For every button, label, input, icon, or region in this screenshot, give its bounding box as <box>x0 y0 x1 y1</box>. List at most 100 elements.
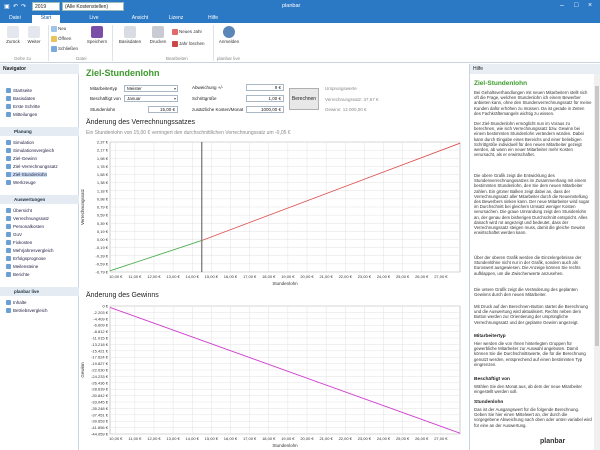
help-paragraph: Das ist der Ausgangswert für die folgend… <box>474 407 592 428</box>
x-tick-label: 23,00 € <box>358 274 372 279</box>
help-paragraph: Die obere Grafik zeigt die Entwicklung d… <box>474 173 590 236</box>
x-tick-label: 17,00 € <box>243 274 257 279</box>
abweichung-label: Abweichung +/- <box>192 85 224 90</box>
nav-item-startseite[interactable]: Startseite <box>6 88 32 94</box>
nav-item-inhalte[interactable]: Inhalte <box>6 300 27 306</box>
year-select[interactable]: 2019 <box>32 2 60 11</box>
nav-item-basisdaten[interactable]: Basisdaten <box>6 96 35 102</box>
nav-section-header[interactable]: planbar live <box>0 287 79 296</box>
cost-center-select[interactable]: (Alle Kostenstellen) <box>62 2 124 11</box>
x-tick-label: 18,00 € <box>262 274 276 279</box>
minimize-icon[interactable]: – <box>560 2 564 9</box>
x-tick-label: 26,00 € <box>415 274 429 279</box>
nav-item-simulationsvergleich[interactable]: Simulationsvergleich <box>6 148 54 154</box>
mitarbeitertyp-label: Mitarbeitertyp <box>90 86 118 91</box>
y-tick-label: 2,17 € <box>97 148 109 153</box>
x-tick-label: 13,00 € <box>166 274 180 279</box>
nav-item-label: Erste Schritte <box>13 104 41 109</box>
nav-section-header[interactable]: Auswertungen <box>0 195 79 204</box>
calculate-button[interactable]: Berechnen <box>289 88 319 110</box>
x-tick-label: 25,00 € <box>396 436 410 441</box>
nav-item-icon <box>6 248 11 254</box>
zusatzkosten-input[interactable]: 1000,00 € <box>246 106 284 113</box>
forward-button[interactable]: Weiter <box>24 26 44 44</box>
y-tick-label: 1,78 € <box>97 164 109 169</box>
save-button[interactable]: Speichern <box>84 26 110 44</box>
ribbon: Zurück Weiter Gehe zu Neu Öffnen Schließ… <box>0 23 600 63</box>
nav-item-ziel-gewinn[interactable]: Ziel-Gewinn <box>6 156 37 162</box>
x-tick-label: 13,00 € <box>166 436 180 441</box>
abweichung-input[interactable]: 9 € <box>246 84 284 91</box>
redo-icon[interactable]: ↷ <box>21 3 26 10</box>
login-button[interactable]: Anmelden <box>216 26 242 44</box>
y-tick-label: -28.639 € <box>91 387 109 392</box>
delete-year-button[interactable]: Jahr löschen <box>172 41 205 47</box>
undo-icon[interactable]: ↶ <box>13 3 18 10</box>
y-tick-label: 0 € <box>102 304 108 309</box>
nav-item-icon <box>6 140 11 146</box>
tab-hilfe[interactable]: Hilfe <box>202 15 224 23</box>
tab-ansicht[interactable]: Ansicht <box>126 15 154 23</box>
tab-datei[interactable]: Datei <box>4 15 26 23</box>
ribbon-separator <box>48 25 49 61</box>
scrollbar-thumb[interactable] <box>595 86 599 346</box>
nav-item-mitteilungen[interactable]: Mitteilungen <box>6 112 37 118</box>
main-panel: Ziel-Stundenlohn Mitarbeitertyp Meister ▾… <box>80 64 468 450</box>
print-button[interactable]: Drucken <box>146 26 170 44</box>
new-file-icon <box>51 26 57 32</box>
nav-item-guv[interactable]: GuV <box>6 232 22 238</box>
y-tick-label: -26.436 € <box>91 380 109 385</box>
y-tick-label: -0,79 € <box>96 270 109 275</box>
beschaeftigt-select[interactable]: Januar ▾ <box>124 95 178 102</box>
nav-item-erste-schritte[interactable]: Erste Schritte <box>6 104 41 110</box>
x-tick-label: 16,00 € <box>224 436 238 441</box>
nav-item-label: Ziel-Stundenlohn <box>13 172 48 177</box>
nav-item-icon <box>6 232 11 238</box>
floppy-icon <box>91 26 103 38</box>
tab-lizenz[interactable]: Lizenz <box>164 15 188 23</box>
schrittgroesse-input[interactable]: 1,00 € <box>246 95 284 102</box>
basedata-button[interactable]: Basisdaten <box>116 26 144 44</box>
open-button[interactable]: Öffnen <box>51 36 71 42</box>
y-tick-label: -33.045 € <box>91 400 109 405</box>
new-button[interactable]: Neu <box>51 26 66 32</box>
nav-item-label: Erfolgsprognose <box>13 256 46 261</box>
tab-live[interactable]: Live <box>84 15 104 23</box>
y-tick-label: 0,59 € <box>97 213 109 218</box>
nav-item-ziel-stundenlohn[interactable]: Ziel-Stundenlohn <box>6 172 48 178</box>
x-tick-label: 26,00 € <box>415 436 429 441</box>
database-icon <box>124 26 136 38</box>
nav-item-verrechnungssatz[interactable]: Verrechnungssatz <box>6 216 49 222</box>
close-file-icon <box>51 46 57 52</box>
back-button[interactable]: Zurück <box>3 26 23 44</box>
nav-item-übersicht[interactable]: Übersicht <box>6 208 33 214</box>
nav-item-simulation[interactable]: Simulation <box>6 140 34 146</box>
help-scrollbar[interactable] <box>594 74 600 450</box>
nav-item-icon <box>6 264 11 270</box>
nav-item-icon <box>6 180 11 186</box>
y-tick-label: -13.218 € <box>91 342 109 347</box>
mitarbeitertyp-select[interactable]: Meister ▾ <box>124 85 178 92</box>
help-paragraph: Bei Gehaltsverhandlungen mit neuen Mitar… <box>474 90 592 116</box>
stundenlohn-input[interactable]: 15,00 € <box>148 106 178 113</box>
maximize-icon[interactable]: □ <box>574 2 578 9</box>
x-tick-label: 11,00 € <box>128 436 142 441</box>
nav-item-meilensteine[interactable]: Meilensteine <box>6 264 38 270</box>
nav-section-header[interactable]: Planung <box>0 127 79 136</box>
nav-item-betriebsvergleich[interactable]: Betriebsvergleich <box>6 308 48 314</box>
save-icon[interactable]: ▣ <box>4 3 10 10</box>
help-header: Hilfe <box>470 64 600 74</box>
close-window-icon[interactable]: × <box>588 2 592 9</box>
nav-item-personalkosten[interactable]: Personalkosten <box>6 224 44 230</box>
new-year-button[interactable]: Neues Jahr <box>172 29 202 35</box>
nav-item-erfolgsprognose[interactable]: Erfolgsprognose <box>6 256 46 262</box>
nav-item-mehrjahresvergleich[interactable]: Mehrjahresvergleich <box>6 248 54 254</box>
close-button[interactable]: Schließen <box>51 46 78 52</box>
tab-start[interactable]: Start <box>32 15 60 23</box>
nav-item-berichte[interactable]: Berichte <box>6 272 30 278</box>
nav-item-ziel-verrechnungssatz[interactable]: Ziel-Verrechnungssatz <box>6 164 58 170</box>
nav-item-fixkosten[interactable]: Fixkosten <box>6 240 32 246</box>
nav-item-label: Übersicht <box>13 208 33 213</box>
schrittgroesse-label: Schrittgröße <box>192 96 217 101</box>
nav-item-werkzeuge[interactable]: Werkzeuge <box>6 180 36 186</box>
